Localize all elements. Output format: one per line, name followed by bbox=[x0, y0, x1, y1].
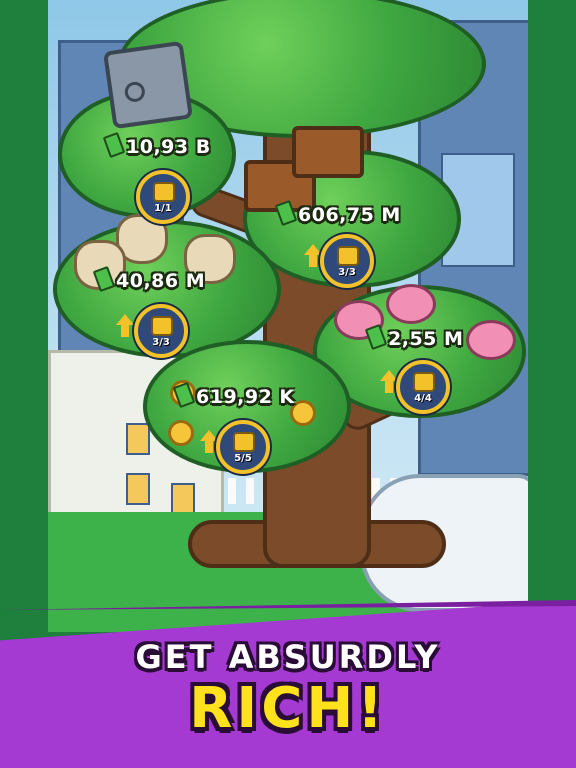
cash-icon bbox=[172, 381, 196, 409]
tagline-line2: RICH! bbox=[189, 676, 387, 741]
node-value: 2,55 M bbox=[364, 323, 464, 351]
mansion-window bbox=[126, 423, 150, 455]
piggy-bank-icon bbox=[413, 372, 435, 392]
mansion-window bbox=[171, 483, 195, 515]
piggy-bank-icon[interactable] bbox=[386, 284, 436, 324]
treasure-chest-icon bbox=[337, 246, 359, 266]
level-badge[interactable]: 3/3 bbox=[320, 234, 374, 288]
level-count: 1/1 bbox=[154, 203, 172, 214]
level-badge[interactable]: 1/1 bbox=[136, 170, 190, 224]
upgrade-arrow-icon[interactable] bbox=[116, 314, 134, 337]
level-count: 4/4 bbox=[414, 393, 432, 404]
cash-icon bbox=[92, 265, 116, 293]
money-bag-icon bbox=[151, 316, 173, 336]
node-value-text: 619,92 K bbox=[196, 386, 295, 408]
treasure-chest-icon[interactable] bbox=[292, 126, 364, 178]
node-value-text: 10,93 B bbox=[126, 136, 211, 158]
vault-icon[interactable] bbox=[102, 40, 194, 130]
upgrade-arrow-icon[interactable] bbox=[304, 244, 322, 267]
node-value: 10,93 B bbox=[102, 131, 211, 159]
tagline-line1: GET ABSURDLY bbox=[135, 638, 441, 676]
piggy-bank-icon[interactable] bbox=[466, 320, 516, 360]
node-value: 40,86 M bbox=[92, 265, 206, 293]
level-count: 5/5 bbox=[234, 453, 252, 464]
coin-icon[interactable] bbox=[168, 420, 194, 446]
cash-icon bbox=[102, 131, 126, 159]
level-badge[interactable]: 5/5 bbox=[216, 420, 270, 474]
cash-icon bbox=[364, 323, 388, 351]
upgrade-arrow-icon[interactable] bbox=[380, 370, 398, 393]
node-value: 606,75 M bbox=[274, 199, 401, 227]
level-count: 3/3 bbox=[338, 267, 356, 278]
coin-icon bbox=[233, 432, 255, 452]
node-value-text: 606,75 M bbox=[298, 204, 401, 226]
cash-icon bbox=[274, 199, 298, 227]
vault-icon bbox=[153, 182, 175, 202]
node-value-text: 40,86 M bbox=[116, 270, 206, 292]
upgrade-arrow-icon[interactable] bbox=[200, 430, 218, 453]
node-value: 619,92 K bbox=[172, 381, 295, 409]
node-value-text: 2,55 M bbox=[388, 328, 464, 350]
mansion-window bbox=[126, 473, 150, 505]
level-badge[interactable]: 3/3 bbox=[134, 304, 188, 358]
level-badge[interactable]: 4/4 bbox=[396, 360, 450, 414]
level-count: 3/3 bbox=[152, 337, 170, 348]
